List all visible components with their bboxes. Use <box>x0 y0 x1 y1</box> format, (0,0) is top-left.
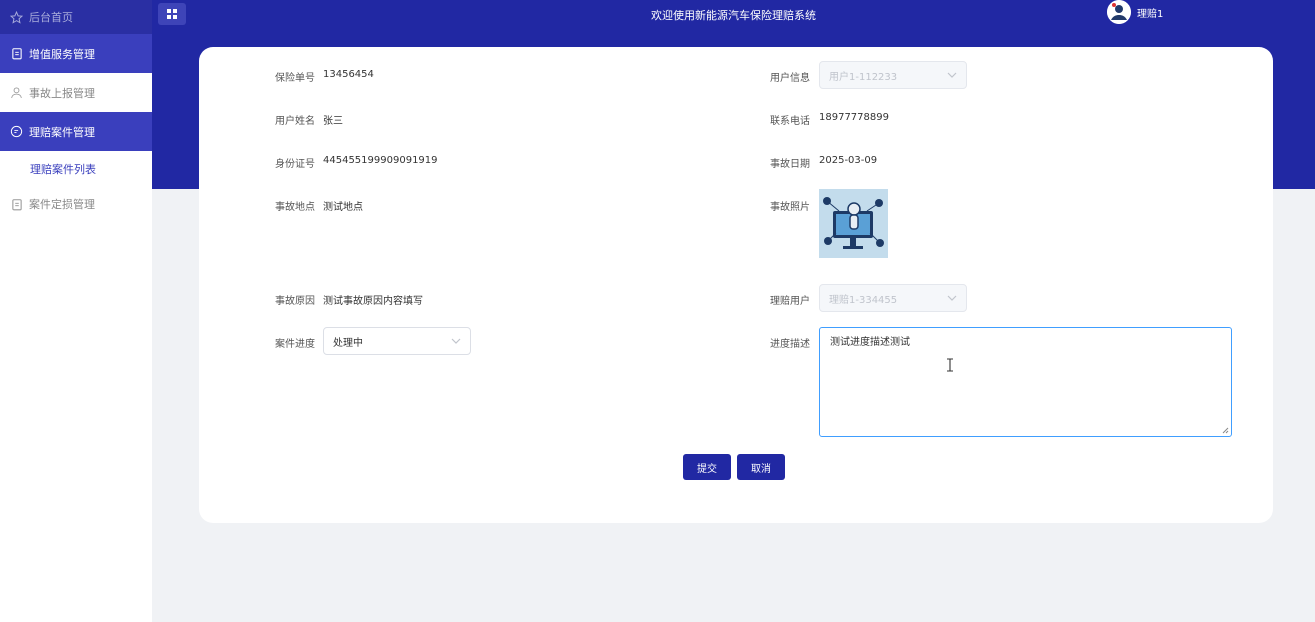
chevron-down-icon <box>947 295 957 301</box>
sidebar-item-claims-list[interactable]: 理赔案件列表 <box>0 151 152 186</box>
star-icon <box>10 10 23 24</box>
chevron-down-icon <box>451 338 461 344</box>
sidebar: 后台首页 增值服务管理 事故上报管理 理赔案件管理 理赔案件列表 案件定损管理 <box>0 0 152 622</box>
policy-no-label: 保险单号 <box>275 73 315 84</box>
id-no-value: 445455199909091919 <box>323 155 438 166</box>
sidebar-item-loss-assessment[interactable]: 案件定损管理 <box>0 186 152 222</box>
chat-icon <box>10 125 23 138</box>
cause-value: 测试事故原因内容填写 <box>323 296 423 307</box>
sidebar-item-home[interactable]: 后台首页 <box>0 0 152 34</box>
user-info-select[interactable]: 用户1-112233 <box>819 61 967 89</box>
user-name-label: 用户姓名 <box>275 116 315 127</box>
location-value: 测试地点 <box>323 202 363 213</box>
resize-handle-icon[interactable] <box>1222 427 1229 434</box>
progress-desc-textarea[interactable]: 测试进度描述测试 <box>819 327 1232 437</box>
claim-user-select[interactable]: 理赔1-334455 <box>819 284 967 312</box>
sidebar-item-label: 增值服务管理 <box>29 47 95 61</box>
sidebar-item-value-added[interactable]: 增值服务管理 <box>0 34 152 73</box>
submit-button[interactable]: 提交 <box>683 454 731 480</box>
user-icon <box>10 86 23 99</box>
cause-label: 事故原因 <box>275 296 315 307</box>
sidebar-item-label: 后台首页 <box>29 11 73 24</box>
accident-date-value: 2025-03-09 <box>819 155 878 166</box>
location-label: 事故地点 <box>275 202 315 213</box>
claim-user-label: 理赔用户 <box>770 296 810 307</box>
username: 理赔1 <box>1137 8 1164 20</box>
avatar <box>1107 0 1131 24</box>
chevron-down-icon <box>947 72 957 78</box>
progress-select[interactable]: 处理中 <box>323 327 471 355</box>
clipboard-icon <box>10 198 23 211</box>
progress-desc-label: 进度描述 <box>770 339 810 350</box>
policy-no-value: 13456454 <box>323 69 374 80</box>
clipboard-icon <box>10 47 23 60</box>
text-cursor-icon <box>947 358 953 372</box>
user-info-label: 用户信息 <box>770 73 810 84</box>
id-no-label: 身份证号 <box>275 159 315 170</box>
sidebar-item-label: 案件定损管理 <box>29 198 95 211</box>
sidebar-item-label: 理赔案件管理 <box>29 125 95 139</box>
accident-date-label: 事故日期 <box>770 159 810 170</box>
sidebar-item-claims[interactable]: 理赔案件管理 <box>0 112 152 151</box>
phone-value: 18977778899 <box>819 112 889 123</box>
progress-label: 案件进度 <box>275 339 315 350</box>
user-menu[interactable]: 理赔1 <box>1107 0 1163 24</box>
user-name-value: 张三 <box>323 116 343 127</box>
claim-form-card: 保险单号 13456454 用户信息 用户1-112233 用户姓名 张三 联系… <box>199 47 1273 523</box>
accident-photo[interactable] <box>819 189 888 258</box>
cancel-button[interactable]: 取消 <box>737 454 785 480</box>
sidebar-item-label: 理赔案件列表 <box>30 162 96 176</box>
sidebar-item-label: 事故上报管理 <box>29 86 95 100</box>
phone-label: 联系电话 <box>770 116 810 127</box>
photo-label: 事故照片 <box>770 202 810 213</box>
sidebar-item-accident-report[interactable]: 事故上报管理 <box>0 73 152 112</box>
